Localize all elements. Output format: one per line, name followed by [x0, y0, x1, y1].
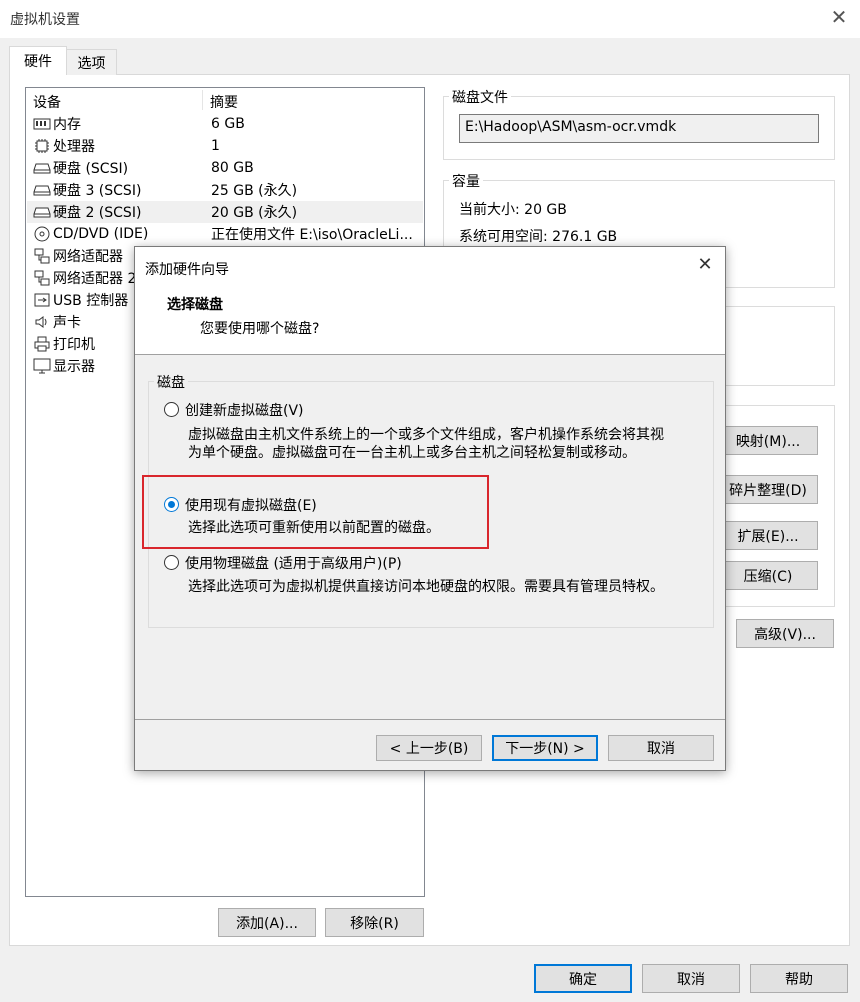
device-name: 网络适配器 — [53, 249, 123, 265]
compact-button[interactable]: 压缩(C) — [718, 561, 818, 590]
wizard-subheading: 您要使用哪个磁盘? — [200, 321, 320, 337]
cancel-button[interactable]: 取消 — [642, 964, 740, 993]
create-new-disk-description-line2: 为单个硬盘。虚拟磁盘可在一台主机上或多台主机之间轻松复制或移动。 — [188, 445, 636, 461]
use-existing-disk-description: 选择此选项可重新使用以前配置的磁盘。 — [188, 520, 440, 536]
use-physical-disk-radio[interactable] — [164, 555, 179, 570]
column-divider — [202, 90, 203, 110]
device-row-hard-disk-2[interactable]: 硬盘 2 (SCSI) 20 GB (永久) — [27, 201, 423, 223]
close-icon[interactable]: ✕ — [828, 6, 850, 28]
device-summary: 80 GB — [211, 160, 254, 176]
device-row-hard-disk-3[interactable]: 硬盘 3 (SCSI) 25 GB (永久) — [27, 179, 423, 201]
system-free-space-text: 系统可用空间: 276.1 GB — [459, 229, 618, 245]
tab-options[interactable]: 选项 — [66, 49, 117, 75]
device-name: 硬盘 (SCSI) — [53, 161, 129, 177]
device-name: 硬盘 2 (SCSI) — [53, 205, 142, 221]
display-icon — [32, 358, 52, 374]
device-summary: 25 GB (永久) — [211, 183, 298, 199]
device-name: 网络适配器 2 — [53, 271, 137, 287]
device-summary: 正在使用文件 E:\iso\OracleLi... — [211, 227, 413, 243]
device-row-cd-dvd[interactable]: CD/DVD (IDE) 正在使用文件 E:\iso\OracleLi... — [27, 223, 423, 245]
device-summary: 1 — [211, 138, 220, 154]
device-name: 打印机 — [53, 337, 95, 353]
hard-disk-icon — [32, 182, 52, 198]
device-row-processor[interactable]: 处理器 1 — [27, 135, 423, 157]
capacity-group-title: 容量 — [449, 171, 483, 191]
sound-card-icon — [32, 314, 52, 330]
remove-device-button[interactable]: 移除(R) — [325, 908, 424, 937]
current-size-text: 当前大小: 20 GB — [459, 202, 567, 218]
ok-button[interactable]: 确定 — [534, 964, 632, 993]
defragment-button[interactable]: 碎片整理(D) — [718, 475, 818, 504]
window-title: 虚拟机设置 — [10, 12, 80, 28]
hard-disk-icon — [32, 204, 52, 220]
cd-dvd-icon — [32, 226, 52, 242]
next-button[interactable]: 下一步(N) > — [492, 735, 598, 761]
advanced-button[interactable]: 高级(V)... — [736, 619, 834, 648]
wizard-footer-divider — [135, 719, 725, 720]
processor-icon — [32, 138, 52, 154]
close-icon[interactable]: ✕ — [695, 255, 715, 275]
back-button[interactable]: < 上一步(B) — [376, 735, 482, 761]
add-hardware-wizard-dialog: 添加硬件向导 ✕ 选择磁盘 您要使用哪个磁盘? 磁盘 创建新虚拟磁盘(V) 虚拟… — [134, 246, 726, 771]
disk-options-group-title: 磁盘 — [154, 372, 188, 392]
device-name: CD/DVD (IDE) — [53, 226, 149, 242]
create-new-disk-label[interactable]: 创建新虚拟磁盘(V) — [185, 400, 304, 420]
use-existing-disk-radio[interactable] — [164, 497, 179, 512]
column-header-summary[interactable]: 摘要 — [210, 92, 238, 112]
create-new-disk-radio[interactable] — [164, 402, 179, 417]
device-name: 硬盘 3 (SCSI) — [53, 183, 142, 199]
network-adapter-icon — [32, 248, 52, 264]
use-existing-disk-label[interactable]: 使用现有虚拟磁盘(E) — [185, 495, 317, 515]
hard-disk-icon — [32, 160, 52, 176]
help-button[interactable]: 帮助 — [750, 964, 848, 993]
device-name: 声卡 — [53, 315, 81, 331]
use-physical-disk-description: 选择此选项可为虚拟机提供直接访问本地硬盘的权限。需要具有管理员特权。 — [188, 579, 664, 595]
device-name: 处理器 — [53, 139, 95, 155]
column-header-device[interactable]: 设备 — [33, 92, 61, 112]
printer-icon — [32, 336, 52, 352]
device-row-hard-disk[interactable]: 硬盘 (SCSI) 80 GB — [27, 157, 423, 179]
disk-file-group-title: 磁盘文件 — [449, 87, 511, 107]
tab-hardware[interactable]: 硬件 — [9, 46, 67, 75]
wizard-cancel-button[interactable]: 取消 — [608, 735, 714, 761]
memory-icon — [32, 116, 52, 132]
device-summary: 6 GB — [211, 116, 245, 132]
expand-button[interactable]: 扩展(E)... — [718, 521, 818, 550]
device-row-memory[interactable]: 内存 6 GB — [27, 113, 423, 135]
map-button[interactable]: 映射(M)... — [718, 426, 818, 455]
use-physical-disk-label[interactable]: 使用物理磁盘 (适用于高级用户)(P) — [185, 553, 402, 573]
device-summary: 20 GB (永久) — [211, 205, 298, 221]
usb-icon — [32, 292, 52, 308]
create-new-disk-description-line1: 虚拟磁盘由主机文件系统上的一个或多个文件组成，客户机操作系统会将其视 — [188, 427, 664, 443]
device-name: 内存 — [53, 117, 81, 133]
wizard-heading: 选择磁盘 — [167, 297, 223, 313]
add-device-button[interactable]: 添加(A)... — [218, 908, 316, 937]
title-bar — [0, 0, 860, 38]
network-adapter-icon — [32, 270, 52, 286]
device-name: USB 控制器 — [53, 293, 129, 309]
device-name: 显示器 — [53, 359, 95, 375]
disk-file-path-field[interactable]: E:\Hadoop\ASM\asm-ocr.vmdk — [459, 114, 819, 143]
wizard-title: 添加硬件向导 — [145, 262, 229, 278]
